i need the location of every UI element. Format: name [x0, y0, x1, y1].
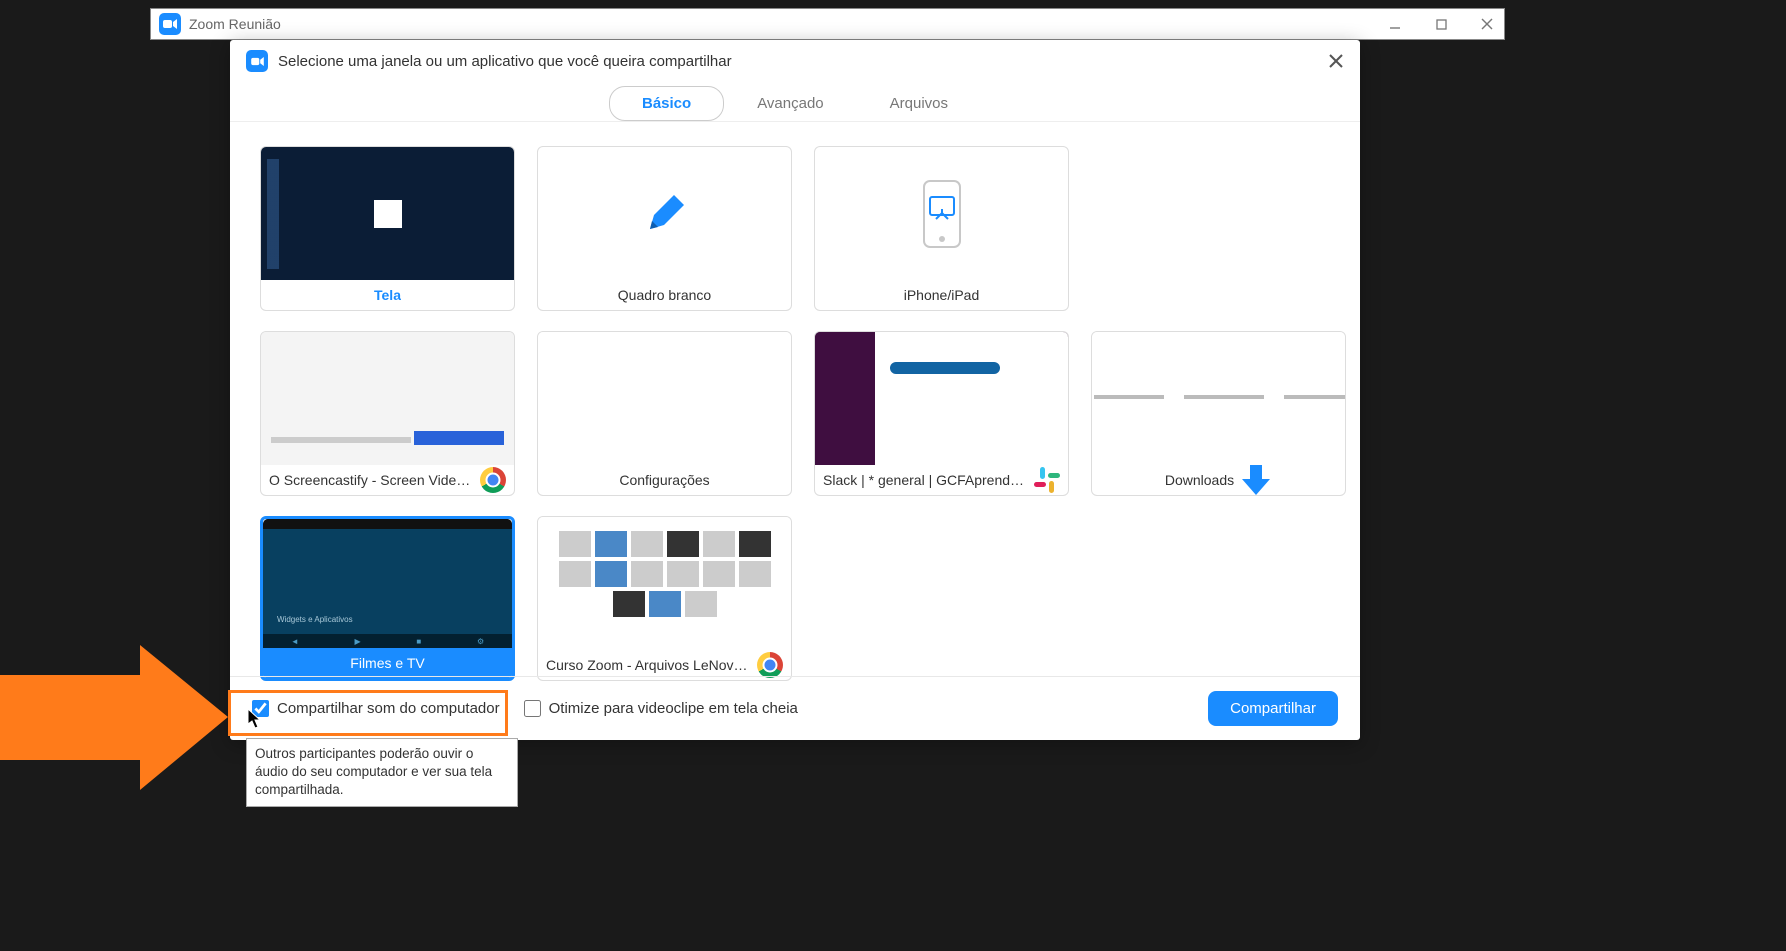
dialog-title: Selecione uma janela ou um aplicativo qu… — [278, 53, 732, 70]
share-grid: Tela Quadro branco iPhone/iPad O Screenc… — [230, 122, 1360, 691]
zoom-icon — [246, 50, 268, 72]
share-item-configuracoes[interactable]: Configurações — [537, 331, 792, 496]
cursor-icon — [247, 708, 263, 735]
window-controls — [1386, 15, 1496, 33]
slack-icon — [1034, 467, 1060, 493]
thumbnail-screen — [261, 147, 514, 280]
zoom-window-titlebar: Zoom Reunião — [150, 8, 1505, 40]
optimize-video-checkbox[interactable]: Otimize para videoclipe em tela cheia — [524, 700, 798, 717]
thumbnail-config — [538, 332, 791, 465]
thumbnail-filmes: Widgets e Aplicativos ◄▶■⚙ — [263, 519, 512, 648]
share-item-label: Tela — [374, 287, 401, 303]
whiteboard-icon — [538, 147, 791, 280]
share-item-label: Quadro branco — [618, 287, 711, 303]
close-dialog-button[interactable] — [1328, 52, 1344, 75]
maximize-button[interactable] — [1432, 15, 1450, 33]
share-item-label: iPhone/iPad — [904, 287, 980, 303]
share-button[interactable]: Compartilhar — [1208, 691, 1338, 726]
share-sound-label: Compartilhar som do computador — [277, 700, 500, 717]
share-item-label: O Screencastify - Screen Video Re... — [269, 472, 474, 488]
share-item-label: Downloads — [1165, 472, 1234, 488]
share-item-label: Configurações — [619, 472, 709, 488]
share-item-screen[interactable]: Tela — [260, 146, 515, 311]
share-item-iphone-ipad[interactable]: iPhone/iPad — [814, 146, 1069, 311]
share-item-slack[interactable]: Slack | * general | GCFAprendeLibre — [814, 331, 1069, 496]
share-item-whiteboard[interactable]: Quadro branco — [537, 146, 792, 311]
tab-basic[interactable]: Básico — [609, 86, 724, 121]
tab-files[interactable]: Arquivos — [857, 86, 981, 121]
share-item-label: Curso Zoom - Arquivos LeNovo -... — [546, 657, 751, 673]
minimize-button[interactable] — [1386, 15, 1404, 33]
share-item-label: Slack | * general | GCFAprendeLibre — [823, 472, 1028, 488]
chrome-icon — [480, 467, 506, 493]
optimize-label: Otimize para videoclipe em tela cheia — [549, 700, 798, 717]
share-computer-sound-checkbox[interactable]: Compartilhar som do computador — [252, 700, 500, 717]
iphone-icon — [815, 147, 1068, 280]
thumbnail-curso — [538, 517, 791, 650]
tooltip: Outros participantes poderão ouvir o áud… — [246, 738, 518, 807]
optimize-input[interactable] — [524, 700, 541, 717]
tab-bar: Básico Avançado Arquivos — [230, 86, 1360, 122]
thumbnail-screencastify — [261, 332, 514, 465]
chrome-icon — [757, 652, 783, 678]
tab-advanced[interactable]: Avançado — [724, 86, 856, 121]
share-item-curso-zoom[interactable]: Curso Zoom - Arquivos LeNovo -... — [537, 516, 792, 681]
thumbnail-downloads — [1092, 332, 1345, 465]
close-window-button[interactable] — [1478, 15, 1496, 33]
share-item-screencastify[interactable]: O Screencastify - Screen Video Re... — [260, 331, 515, 496]
zoom-icon — [159, 13, 181, 35]
dialog-footer: Compartilhar som do computador Otimize p… — [230, 676, 1360, 740]
download-arrow-icon — [1240, 461, 1272, 500]
share-item-downloads[interactable]: Downloads — [1091, 331, 1346, 496]
share-screen-dialog: Selecione uma janela ou um aplicativo qu… — [230, 40, 1360, 740]
annotation-arrow — [0, 645, 230, 795]
thumbnail-slack — [815, 332, 1068, 465]
share-item-filmes-tv[interactable]: Widgets e Aplicativos ◄▶■⚙ Filmes e TV — [260, 516, 515, 681]
dialog-header: Selecione uma janela ou um aplicativo qu… — [230, 40, 1360, 82]
window-title: Zoom Reunião — [189, 16, 281, 32]
share-item-label: Filmes e TV — [350, 655, 424, 671]
